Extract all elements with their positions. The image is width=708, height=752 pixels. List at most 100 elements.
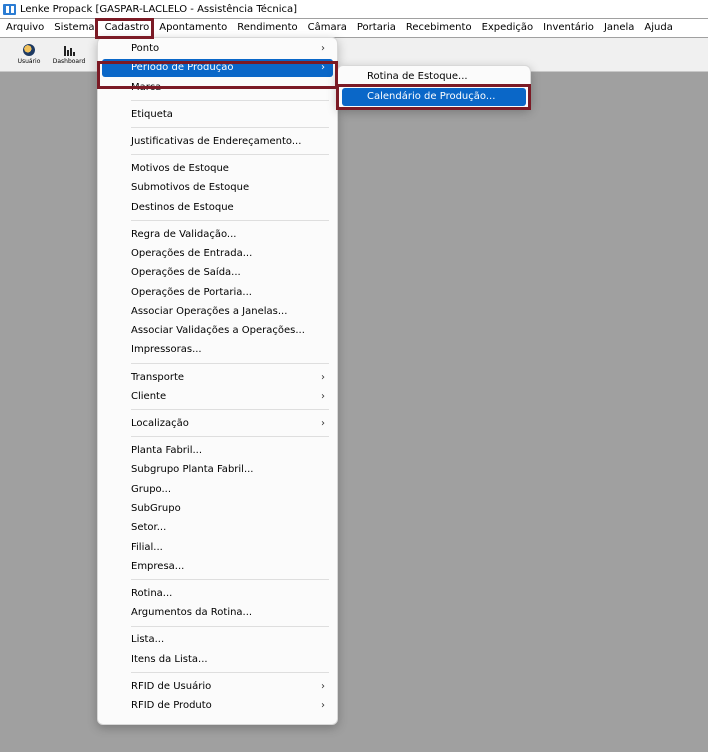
menu-item-rfid-de-usuario[interactable]: RFID de Usuário › <box>102 678 333 696</box>
menu-item-label: Transporte <box>131 371 185 383</box>
menu-item-label: Argumentos da Rotina... <box>131 607 253 619</box>
menu-item-label: Cliente <box>131 390 167 402</box>
menu-item-rfid-de-produto[interactable]: RFID de Produto › <box>102 697 333 715</box>
menu-item-label: Operações de Saída... <box>131 267 241 279</box>
menu-item-label: Empresa... <box>131 560 185 572</box>
menu-recebimento[interactable]: Recebimento <box>401 19 477 37</box>
menu-item-label: Subgrupo Planta Fabril... <box>131 464 254 476</box>
menu-separator <box>131 154 329 156</box>
menu-item-cliente[interactable]: Cliente › <box>102 388 333 406</box>
menu-item-subgrupo-planta-fabril[interactable]: Subgrupo Planta Fabril... <box>102 461 333 479</box>
menu-item-label: Impressoras... <box>131 344 202 356</box>
menu-item-etiqueta[interactable]: Etiqueta <box>102 106 333 124</box>
menu-expedicao[interactable]: Expedição <box>477 19 539 37</box>
menu-item-operacoes-de-portaria[interactable]: Operações de Portaria... <box>102 284 333 302</box>
menu-item-label: Localização <box>131 417 189 429</box>
menu-item-itens-da-lista[interactable]: Itens da Lista... <box>102 651 333 669</box>
menu-item-label: Rotina... <box>131 587 173 599</box>
menu-item-regra-de-validacao[interactable]: Regra de Validação... <box>102 226 333 244</box>
menu-item-label: Associar Validações a Operações... <box>131 325 305 337</box>
menu-item-setor[interactable]: Setor... <box>102 519 333 537</box>
menu-item-label: Destinos de Estoque <box>131 201 234 213</box>
menu-item-marca[interactable]: Marca <box>102 79 333 97</box>
menu-item-ponto[interactable]: Ponto › <box>102 40 333 58</box>
menu-item-label: Associar Operações a Janelas... <box>131 305 288 317</box>
menu-item-localizacao[interactable]: Localização › <box>102 415 333 433</box>
menu-inventario[interactable]: Inventário <box>538 19 599 37</box>
menu-item-operacoes-de-saida[interactable]: Operações de Saída... <box>102 264 333 282</box>
cadastro-dropdown-menu: Ponto › Período de Produção › Marca Etiqueta J… <box>97 37 338 725</box>
menu-item-rotina-de-estoque[interactable]: Rotina de Estoque... <box>342 68 526 86</box>
chevron-right-icon: › <box>321 680 325 692</box>
menu-camara[interactable]: Câmara <box>303 19 352 37</box>
menu-item-label: Período de Produção <box>131 62 234 74</box>
menu-item-motivos-de-estoque[interactable]: Motivos de Estoque <box>102 160 333 178</box>
menu-item-label: Marca <box>131 81 162 93</box>
dashboard-button-label: Dashboard <box>52 58 86 65</box>
dashboard-button[interactable]: Dashboard <box>46 38 92 71</box>
menu-item-label: Etiqueta <box>131 108 173 120</box>
menu-item-label: Filial... <box>131 541 163 553</box>
menu-item-label: RFID de Produto <box>131 700 212 711</box>
menu-arquivo[interactable]: Arquivo <box>0 19 49 37</box>
menu-separator <box>131 362 329 364</box>
chevron-right-icon: › <box>321 390 325 402</box>
menu-item-periodo-de-producao[interactable]: Período de Produção › <box>102 59 333 78</box>
menu-bar: Arquivo Sistema Cadastro Apontamento Rendime… <box>0 19 708 37</box>
chevron-right-icon: › <box>321 62 325 74</box>
chevron-right-icon: › <box>321 700 325 711</box>
menu-item-label: Grupo... <box>131 483 172 495</box>
menu-item-label: Itens da Lista... <box>131 653 208 665</box>
menu-item-justificativas-de-enderecamento[interactable]: Justificativas de Endereçamento... <box>102 133 333 151</box>
menu-item-label: Regra de Validação... <box>131 228 237 240</box>
menu-janela[interactable]: Janela <box>599 19 639 37</box>
menu-item-lista[interactable]: Lista... <box>102 631 333 649</box>
menu-item-label: RFID de Usuário <box>131 680 212 692</box>
menu-item-impressoras[interactable]: Impressoras... <box>102 341 333 359</box>
menu-item-rotina[interactable]: Rotina... <box>102 585 333 603</box>
menu-item-calendario-de-producao[interactable]: Calendário de Produção... <box>342 88 526 106</box>
menu-item-label: Justificativas de Endereçamento... <box>131 135 302 147</box>
menu-ajuda[interactable]: Ajuda <box>639 19 677 37</box>
menu-separator <box>131 127 329 128</box>
window-title: Lenke Propack [GASPAR-LACLELO - Assistên… <box>20 3 298 15</box>
menu-item-planta-fabril[interactable]: Planta Fabril... <box>102 442 333 460</box>
menu-separator <box>131 436 329 438</box>
menu-apontamento[interactable]: Apontamento <box>154 19 232 37</box>
menu-item-argumentos-da-rotina[interactable]: Argumentos da Rotina... <box>102 604 333 622</box>
menu-item-transporte[interactable]: Transporte › <box>102 369 333 387</box>
chevron-right-icon: › <box>321 43 325 54</box>
menu-separator <box>131 99 329 101</box>
menu-item-label: Ponto <box>131 43 160 54</box>
menu-portaria[interactable]: Portaria <box>352 19 401 37</box>
menu-item-associar-operacoes-a-janelas[interactable]: Associar Operações a Janelas... <box>102 303 333 321</box>
menu-item-label: Operações de Portaria... <box>131 286 252 298</box>
menu-sistema[interactable]: Sistema <box>49 19 99 37</box>
title-bar: Lenke Propack [GASPAR-LACLELO - Assistên… <box>0 0 708 18</box>
chevron-right-icon: › <box>321 417 325 429</box>
menu-item-grupo[interactable]: Grupo... <box>102 481 333 499</box>
menu-separator <box>131 625 329 627</box>
menu-item-label: Planta Fabril... <box>131 445 203 456</box>
chevron-right-icon: › <box>321 371 325 383</box>
menu-item-label: SubGrupo <box>131 502 181 514</box>
menu-item-label: Submotivos de Estoque <box>131 182 250 194</box>
menu-cadastro[interactable]: Cadastro <box>99 19 155 37</box>
menu-item-destinos-de-estoque[interactable]: Destinos de Estoque <box>102 199 333 217</box>
menu-separator <box>131 409 329 411</box>
user-button[interactable]: Usuário <box>12 38 46 71</box>
user-button-label: Usuário <box>17 58 41 65</box>
menu-item-filial[interactable]: Filial... <box>102 539 333 557</box>
menu-separator <box>131 671 329 673</box>
menu-item-submotivos-de-estoque[interactable]: Submotivos de Estoque <box>102 179 333 197</box>
bar-chart-icon <box>63 44 75 56</box>
menu-item-operacoes-de-entrada[interactable]: Operações de Entrada... <box>102 245 333 263</box>
periodo-producao-submenu: Rotina de Estoque... Calendário de Produç… <box>337 65 531 109</box>
menu-item-empresa[interactable]: Empresa... <box>102 558 333 576</box>
app-logo-icon <box>3 3 16 15</box>
menu-item-subgrupo[interactable]: SubGrupo <box>102 500 333 518</box>
menu-rendimento[interactable]: Rendimento <box>232 19 302 37</box>
menu-item-associar-validacoes-a-operacoes[interactable]: Associar Validações a Operações... <box>102 322 333 340</box>
menu-item-label: Calendário de Produção... <box>367 91 496 102</box>
menu-item-label: Lista... <box>131 634 165 646</box>
